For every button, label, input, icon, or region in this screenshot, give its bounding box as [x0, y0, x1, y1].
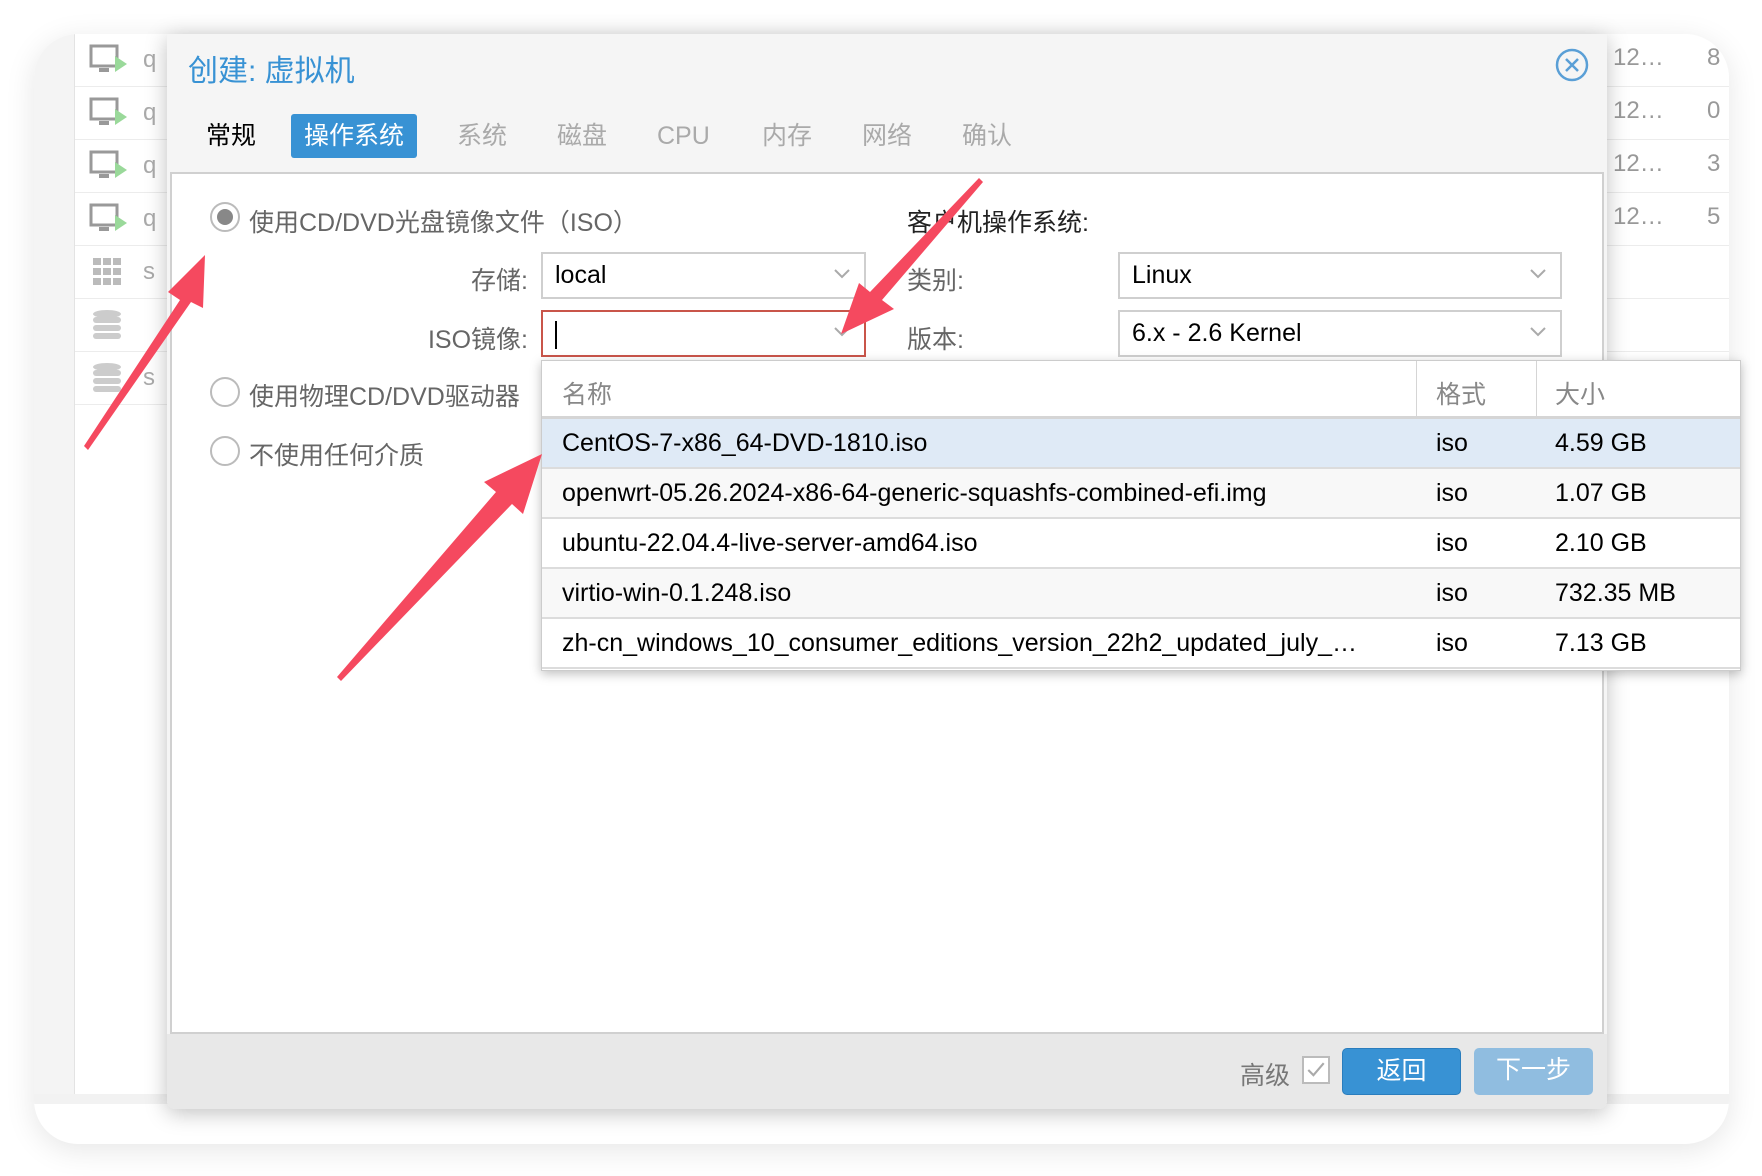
iso-format: iso	[1436, 429, 1468, 457]
os-type-label: 类别:	[907, 267, 964, 295]
list-item[interactable]: openwrt-05.26.2024-x86-64-generic-squash…	[542, 469, 1740, 519]
tree-item[interactable]: q	[75, 34, 175, 87]
tab-cpu[interactable]: CPU	[644, 114, 723, 158]
close-icon[interactable]	[1555, 48, 1589, 82]
iso-size: 1.07 GB	[1555, 479, 1647, 507]
storage-value: local	[555, 261, 607, 289]
advanced-label: 高级	[1240, 1062, 1291, 1090]
column-name[interactable]: 名称	[562, 375, 612, 411]
column-divider	[1536, 361, 1537, 419]
os-version-select[interactable]: 6.x - 2.6 Kernel	[1118, 310, 1562, 357]
os-type-value: Linux	[1132, 261, 1192, 289]
radio-none[interactable]	[210, 436, 240, 466]
tab-os[interactable]: 操作系统	[291, 114, 418, 158]
iso-format: iso	[1436, 629, 1468, 657]
iso-name: zh-cn_windows_10_consumer_editions_versi…	[562, 629, 1357, 657]
iso-name: openwrt-05.26.2024-x86-64-generic-squash…	[562, 479, 1267, 507]
iso-dropdown-list: 名称 格式 大小 CentOS-7-x86_64-DVD-1810.iso iso…	[541, 360, 1741, 671]
next-button[interactable]: 下一步	[1474, 1048, 1593, 1095]
vm-running-icon	[89, 97, 127, 125]
storage-label: 存储:	[471, 267, 528, 295]
column-size[interactable]: 大小	[1555, 375, 1605, 411]
tab-system[interactable]: 系统	[444, 114, 520, 158]
left-strip	[34, 34, 74, 1094]
tree-item[interactable]: q	[75, 87, 175, 140]
iso-name: CentOS-7-x86_64-DVD-1810.iso	[562, 429, 928, 457]
chevron-down-icon[interactable]	[1528, 264, 1548, 284]
os-version-label: 版本:	[907, 326, 964, 354]
list-item[interactable]: virtio-win-0.1.248.iso iso 732.35 MB	[542, 569, 1740, 619]
radio-none-label[interactable]: 不使用任何介质	[249, 436, 424, 472]
storage-icon	[93, 363, 121, 392]
advanced-checkbox[interactable]	[1302, 1056, 1330, 1084]
tree-item[interactable]: s	[75, 352, 175, 405]
vm-running-icon	[89, 150, 127, 178]
iso-label: ISO镜像:	[427, 326, 528, 354]
text-cursor	[555, 321, 557, 349]
list-item[interactable]: CentOS-7-x86_64-DVD-1810.iso iso 4.59 GB	[542, 419, 1740, 469]
radio-iso-label[interactable]: 使用CD/DVD光盘镜像文件（ISO）	[249, 203, 638, 239]
grid-row: 12… 8	[1607, 34, 1729, 87]
vm-running-icon	[89, 44, 127, 72]
tab-disk[interactable]: 磁盘	[544, 114, 620, 158]
radio-iso[interactable]	[210, 202, 240, 232]
storage-select[interactable]: local	[541, 252, 866, 299]
chevron-down-icon[interactable]	[832, 264, 852, 284]
guest-os-heading: 客户机操作系统:	[907, 209, 1089, 237]
tab-memory[interactable]: 内存	[749, 114, 825, 158]
grid-row	[1607, 246, 1729, 299]
dialog-title: 创建: 虚拟机	[188, 55, 355, 88]
iso-format: iso	[1436, 479, 1468, 507]
grid-row: 12… 0	[1607, 87, 1729, 140]
grid-row	[1607, 299, 1729, 352]
tree-item[interactable]: s	[75, 246, 175, 299]
tree-item[interactable]: q	[75, 140, 175, 193]
iso-size: 732.35 MB	[1555, 579, 1676, 607]
tree-item[interactable]: q	[75, 193, 175, 246]
grid-row: 12… 3	[1607, 140, 1729, 193]
storage-icon	[93, 310, 121, 339]
dialog-footer: 高级 返回 下一步	[167, 1034, 1607, 1109]
iso-size: 2.10 GB	[1555, 529, 1647, 557]
iso-name: ubuntu-22.04.4-live-server-amd64.iso	[562, 529, 978, 557]
resource-tree: q q q q s s	[74, 34, 175, 1094]
tab-confirm[interactable]: 确认	[949, 114, 1025, 158]
tab-general[interactable]: 常规	[193, 114, 269, 158]
column-format[interactable]: 格式	[1436, 375, 1486, 411]
tree-item[interactable]	[75, 299, 175, 352]
grid-row: 12… 5	[1607, 193, 1729, 246]
tab-network[interactable]: 网络	[849, 114, 925, 158]
iso-select[interactable]	[541, 310, 866, 357]
iso-size: 4.59 GB	[1555, 429, 1647, 457]
vm-running-icon	[89, 203, 127, 231]
iso-format: iso	[1436, 579, 1468, 607]
radio-physical-label[interactable]: 使用物理CD/DVD驱动器	[249, 377, 520, 413]
list-item[interactable]: zh-cn_windows_10_consumer_editions_versi…	[542, 619, 1740, 669]
list-header: 名称 格式 大小	[542, 361, 1740, 419]
radio-physical[interactable]	[210, 377, 240, 407]
column-divider	[1416, 361, 1417, 419]
iso-format: iso	[1436, 529, 1468, 557]
os-type-select[interactable]: Linux	[1118, 252, 1562, 299]
chevron-down-icon[interactable]	[832, 322, 852, 342]
list-item[interactable]: ubuntu-22.04.4-live-server-amd64.iso iso 2…	[542, 519, 1740, 569]
grid-icon	[93, 258, 121, 285]
chevron-down-icon[interactable]	[1528, 322, 1548, 342]
os-version-value: 6.x - 2.6 Kernel	[1132, 319, 1302, 347]
iso-size: 7.13 GB	[1555, 629, 1647, 657]
iso-name: virtio-win-0.1.248.iso	[562, 579, 792, 607]
back-button[interactable]: 返回	[1342, 1048, 1461, 1095]
